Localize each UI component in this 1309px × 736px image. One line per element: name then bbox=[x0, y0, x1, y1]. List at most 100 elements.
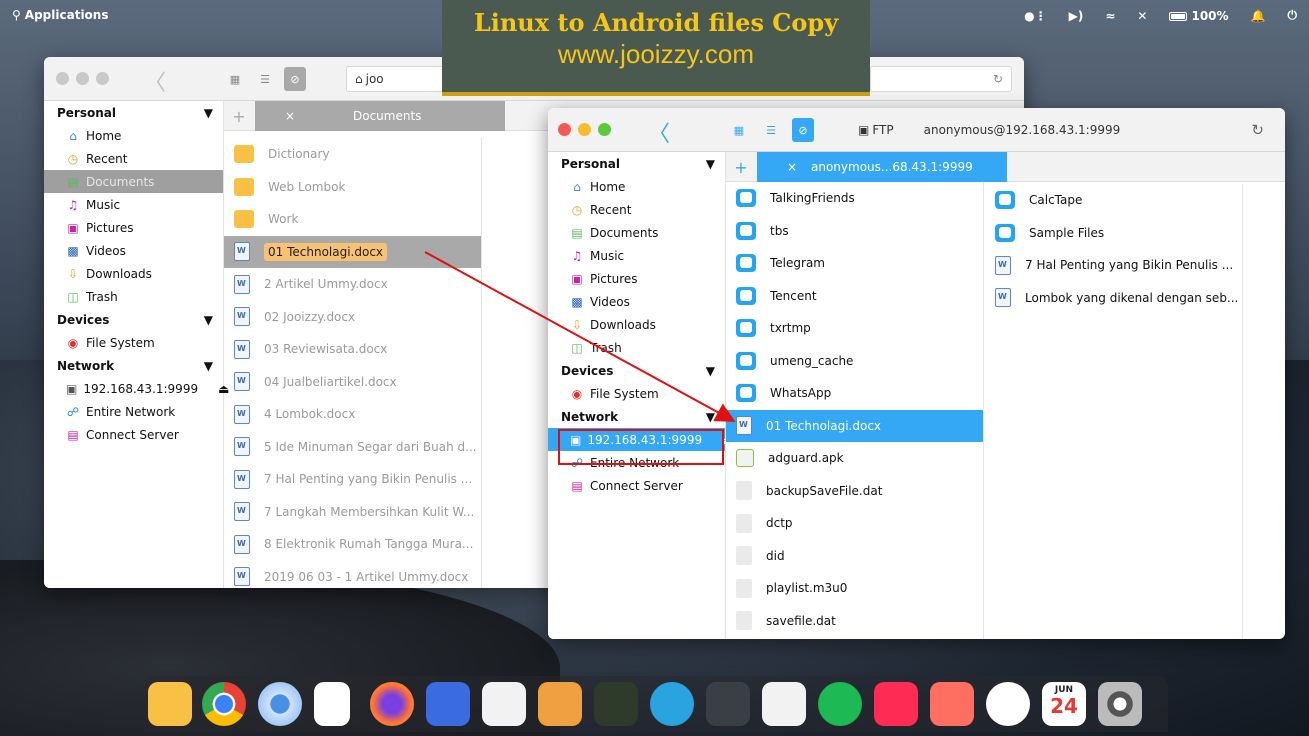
notification-bell-icon[interactable]: 🔔 bbox=[1251, 9, 1266, 23]
firefox-icon[interactable] bbox=[370, 682, 414, 726]
new-tab-button[interactable]: + bbox=[726, 152, 756, 182]
close-window-dot[interactable] bbox=[558, 123, 571, 136]
icon-view-button[interactable]: ▦ bbox=[728, 118, 750, 142]
file-row[interactable]: 2 Artikel Ummy.docx bbox=[224, 268, 481, 301]
file-row[interactable]: Sample Files bbox=[985, 217, 1242, 250]
file-row[interactable]: CalcTape bbox=[985, 184, 1242, 217]
file-row[interactable]: Web Lombok bbox=[224, 171, 481, 204]
address-bar[interactable]: ⌂ joo bbox=[346, 66, 446, 92]
file-row[interactable]: 7 Hal Penting yang Bikin Penulis ... bbox=[985, 249, 1242, 282]
sidebar-item-trash[interactable]: ◫ Trash bbox=[44, 285, 223, 308]
alien-icon[interactable] bbox=[594, 682, 638, 726]
sidebar-item-pictures[interactable]: ▣ Pictures bbox=[548, 267, 725, 290]
file-row[interactable]: 04 Jualbeliartikel.docx bbox=[224, 366, 481, 399]
notes-icon[interactable] bbox=[314, 682, 350, 726]
sidebar-header-personal[interactable]: Personal ▼ bbox=[548, 152, 725, 175]
file-row[interactable]: Lombok yang dikenal dengan seb... bbox=[985, 282, 1242, 315]
sidebar-item-documents[interactable]: ▤ Documents bbox=[548, 221, 725, 244]
sidebar-item-home[interactable]: ⌂ Home bbox=[548, 175, 725, 198]
sidebar-header-devices[interactable]: Devices ▼ bbox=[548, 359, 725, 382]
maximize-window-dot[interactable] bbox=[598, 123, 611, 136]
applications-menu[interactable]: ⚲ Applications bbox=[12, 8, 108, 22]
sidebar-item-music[interactable]: ♫ Music bbox=[548, 244, 725, 267]
file-row[interactable]: adguard.apk bbox=[726, 442, 983, 475]
sidebar-item-file-system[interactable]: ◉ File System bbox=[44, 331, 223, 354]
file-row[interactable]: txrtmp bbox=[726, 312, 983, 345]
file-row[interactable]: TalkingFriends bbox=[726, 182, 983, 215]
sidebar-item-entire-network[interactable]: ☍ Entire Network bbox=[44, 400, 223, 423]
files-app-icon[interactable] bbox=[148, 682, 192, 726]
file-row[interactable]: 7 Hal Penting yang Bikin Penulis ... bbox=[224, 463, 481, 496]
sidebar-item-downloads[interactable]: ⇩ Downloads bbox=[548, 313, 725, 336]
file-row[interactable]: Tencent bbox=[726, 280, 983, 313]
address-bar[interactable]: ▣ FTP anonymous@192.168.43.1:9999 ↻ bbox=[850, 117, 1274, 143]
sidebar-header-network[interactable]: Network ▼ bbox=[548, 405, 725, 428]
close-window-dot[interactable] bbox=[56, 72, 69, 85]
chrome-icon[interactable] bbox=[202, 682, 246, 726]
chromium-icon[interactable] bbox=[258, 682, 302, 726]
spotify-icon[interactable] bbox=[818, 682, 862, 726]
reload-icon[interactable]: ↻ bbox=[1251, 121, 1264, 139]
new-tab-button[interactable]: + bbox=[224, 101, 254, 131]
wifi-icon[interactable]: ≈ bbox=[1105, 9, 1115, 23]
file-row[interactable]: savefile.dat bbox=[726, 605, 983, 638]
microphone-icon[interactable]: ●⋮ bbox=[1024, 9, 1046, 23]
minimize-window-dot[interactable] bbox=[76, 72, 89, 85]
file-row[interactable]: tbs bbox=[726, 215, 983, 248]
icon-view-button[interactable]: ▦ bbox=[224, 67, 246, 91]
bluetooth-icon[interactable]: ✕ bbox=[1137, 9, 1147, 23]
sidebar-item-trash[interactable]: ◫ Trash bbox=[548, 336, 725, 359]
column-view-button[interactable]: ⊘ bbox=[792, 118, 814, 142]
calendar-icon[interactable]: JUN 24 bbox=[1042, 682, 1086, 726]
sidebar-header-devices[interactable]: Devices ▼ bbox=[44, 308, 223, 331]
file-row[interactable]: 8 Elektronik Rumah Tangga Mura... bbox=[224, 528, 481, 561]
file-row[interactable]: 7 Langkah Membersihkan Kulit W... bbox=[224, 496, 481, 529]
sidebar-item-videos[interactable]: ▩ Videos bbox=[548, 290, 725, 313]
file-row[interactable]: 03 Reviewisata.docx bbox=[224, 333, 481, 366]
text-editor-icon[interactable] bbox=[706, 682, 750, 726]
file-row[interactable]: 5 Ide Minuman Segar dari Buah d... bbox=[224, 431, 481, 464]
tab-close-icon[interactable]: × bbox=[285, 109, 315, 123]
power-icon[interactable]: ⏻ bbox=[1288, 8, 1298, 23]
tiktok-icon[interactable] bbox=[874, 682, 918, 726]
sidebar-item-recent[interactable]: ◷ Recent bbox=[548, 198, 725, 221]
file-row[interactable]: umeng_cache bbox=[726, 345, 983, 378]
file-row[interactable]: Telegram bbox=[726, 247, 983, 280]
terminal-icon[interactable] bbox=[986, 682, 1030, 726]
sidebar-item-home[interactable]: ⌂ Home bbox=[44, 124, 223, 147]
file-row[interactable]: WhatsApp bbox=[726, 377, 983, 410]
sidebar-header-network[interactable]: Network ▼ bbox=[44, 354, 223, 377]
maximize-window-dot[interactable] bbox=[96, 72, 109, 85]
file-row[interactable]: 01 Technolagi.docx bbox=[224, 235, 481, 268]
wps-writer-icon[interactable] bbox=[426, 682, 470, 726]
file-row[interactable]: Work bbox=[224, 203, 481, 236]
list-view-button[interactable]: ☰ bbox=[760, 118, 782, 142]
file-row[interactable]: Dictionary bbox=[224, 138, 481, 171]
sidebar-item-ftp-server[interactable]: ▣192.168.43.1:9999⏏ bbox=[44, 377, 229, 400]
tab-ftp[interactable]: × anonymous...68.43.1:9999 bbox=[757, 152, 1007, 182]
sidebar-item-videos[interactable]: ▩ Videos bbox=[44, 239, 223, 262]
battery-indicator[interactable]: 100% bbox=[1169, 9, 1229, 23]
sidebar-item-pictures[interactable]: ▣ Pictures bbox=[44, 216, 223, 239]
list-view-button[interactable]: ☰ bbox=[254, 67, 276, 91]
calculator-icon[interactable] bbox=[762, 682, 806, 726]
sidebar-header-personal[interactable]: Personal ▼ bbox=[44, 101, 223, 124]
file-row[interactable]: 01 Technolagi.docx bbox=[726, 409, 983, 442]
back-icon[interactable]: 〈 bbox=[144, 65, 166, 97]
file-row[interactable]: 4 Lombok.docx bbox=[224, 398, 481, 431]
sidebar-item-connect-server[interactable]: ▤ Connect Server bbox=[548, 474, 725, 497]
sidebar-item-recent[interactable]: ◷ Recent bbox=[44, 147, 223, 170]
settings-icon[interactable] bbox=[1098, 682, 1142, 726]
blender-icon[interactable] bbox=[538, 682, 582, 726]
back-icon[interactable]: 〈 bbox=[648, 116, 670, 148]
file-row[interactable]: dctp bbox=[726, 507, 983, 540]
sidebar-item-documents[interactable]: ▤ Documents bbox=[44, 170, 223, 193]
sidebar-item-connect-server[interactable]: ▤ Connect Server bbox=[44, 423, 223, 446]
file-row[interactable]: playlist.m3u0 bbox=[726, 572, 983, 605]
volume-icon[interactable]: ▶) bbox=[1069, 9, 1084, 23]
telegram-icon[interactable] bbox=[650, 682, 694, 726]
sidebar-item-file-system[interactable]: ◉ File System bbox=[548, 382, 725, 405]
sidebar-item-music[interactable]: ♫ Music bbox=[44, 193, 223, 216]
file-row[interactable]: backupSaveFile.dat bbox=[726, 475, 983, 508]
minimize-window-dot[interactable] bbox=[578, 123, 591, 136]
